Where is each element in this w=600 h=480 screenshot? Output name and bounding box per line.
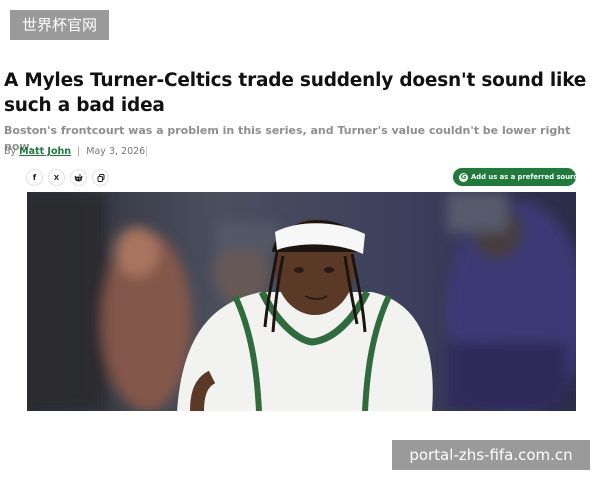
facebook-glyph: f	[32, 173, 37, 182]
player-photo	[27, 192, 576, 411]
watermark-bottom: portal-zhs-fifa.com.cn	[392, 440, 590, 470]
byline: By Matt John | May 3, 2026	[4, 145, 148, 159]
copy-link-icon[interactable]	[92, 169, 109, 186]
facebook-icon[interactable]: f	[26, 169, 43, 186]
byline-separator: |	[77, 146, 81, 157]
preferred-source-label: Add us as a preferred source	[471, 173, 583, 181]
watermark-top: 世界杯官网	[10, 10, 109, 40]
share-bar: f X	[26, 169, 109, 186]
google-glyph: G	[460, 173, 467, 181]
copy-glyph	[97, 173, 104, 182]
preferred-source-button[interactable]: G Add us as a preferred source	[453, 168, 582, 186]
article-headline: A Myles Turner-Celtics trade suddenly do…	[4, 70, 587, 116]
reddit-icon[interactable]	[70, 169, 87, 186]
x-glyph: X	[53, 173, 60, 182]
reddit-glyph	[74, 173, 83, 181]
byline-prefix: By	[4, 146, 17, 157]
publish-date: May 3, 2026	[86, 146, 148, 157]
x-icon[interactable]: X	[48, 169, 65, 186]
hero-image	[27, 192, 576, 411]
google-icon: G	[459, 172, 468, 182]
author-link[interactable]: Matt John	[19, 146, 71, 157]
